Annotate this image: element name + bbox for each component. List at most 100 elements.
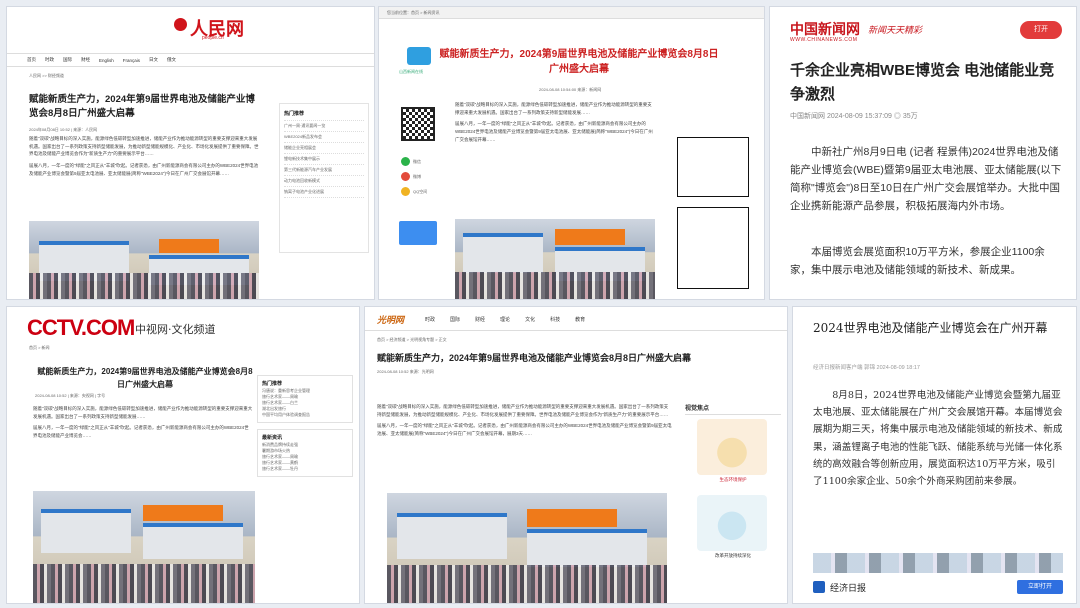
panel-chinanews: 中国新闻网 WWW.CHINANEWS.COM 新闻天天精彩 打开 千余企业亮相… [769, 6, 1077, 300]
nav-item[interactable]: 日文 [149, 57, 158, 63]
right-column-title: 视觉焦点 [685, 403, 781, 415]
nav-item[interactable]: Français [123, 58, 140, 63]
side-box: 最新资讯 新消费品牌持续走强 暑期游市场火热 旅行艺术家——周瑜 旅行艺术家——… [257, 429, 353, 477]
nav-item[interactable]: 理论 [500, 316, 510, 323]
nav-item[interactable]: 首页 [27, 57, 36, 63]
breadcrumb[interactable]: 首页 > 经济频道 > 光明视角专题 > 正文 [377, 337, 447, 343]
nav-item[interactable]: 国际 [450, 316, 460, 323]
nav-item[interactable]: 俄文 [167, 57, 176, 63]
illustration-caption[interactable]: 生态环境保护 [685, 477, 781, 483]
app-footer: 经济日报 立即打开 [813, 577, 1063, 597]
ad-placeholder[interactable] [677, 207, 749, 289]
nav-item[interactable]: 教育 [575, 316, 585, 323]
share-wechat[interactable]: 微信 [401, 157, 441, 166]
photo-strip [813, 553, 1063, 573]
channel-name: 中视网·文化频道 [135, 323, 216, 336]
side-link[interactable]: 储能企业亮相展会 [284, 143, 364, 154]
side-link[interactable]: 锂电新技术集中展示 [284, 154, 364, 165]
illustration-image[interactable] [697, 419, 767, 475]
article-title: 赋能新质生产力，2024第9届世界电池及储能产业博览会8月8日广州盛大启幕 [37, 367, 253, 389]
site-slogan: 新闻天天精彩 [868, 25, 923, 35]
expo-photo [455, 219, 655, 299]
article-meta: 中国新闻网 2024-08-09 15:37:09 ◎ 35万 [790, 113, 918, 120]
side-title: 最新资讯 [262, 435, 283, 441]
article-body: 随着"双碳"战略目标的深入实施，能源绿色低碳转型加速推进，储能产业作为推动能源转… [455, 102, 653, 142]
top-bar: 您当前位置：首页 > 新闻资讯 [379, 7, 764, 19]
article-paragraph: 8月8日，2024世界电池及储能产业博览会暨第九届亚太电池展、亚太储能展在广州广… [813, 390, 1063, 488]
expo-photo [387, 493, 667, 603]
open-app-button[interactable]: 立即打开 [1017, 580, 1063, 594]
article-title: 赋能新质生产力，2024年第9届世界电池及储能产业博览会8月8日广州盛大启幕 [29, 94, 255, 119]
panel-gmw: 光明网 时政 国际 财经 理论 文化 科技 教育 首页 > 经济频道 > 光明视… [364, 306, 788, 604]
nav-item[interactable]: 国际 [63, 57, 72, 63]
side-panel: 热门推荐 广州一周·通讯要闻一览 WBE2024新品发布会 储能企业亮相展会 锂… [279, 103, 369, 253]
article-meta: 2024-08-08 10:54:00 来源：新闻网 [539, 87, 602, 92]
panel-people-cn: 人民网 people.cn 首页 时政 国际 财经 English França… [6, 6, 375, 300]
top-nav: 首页 时政 国际 财经 English Français 日文 俄文 [7, 53, 374, 67]
side-link[interactable]: 钠离子电池产业化进展 [284, 187, 364, 198]
side-link[interactable]: 旅行艺术家——牡丹 [262, 466, 348, 472]
side-title: 热门推荐 [262, 381, 283, 387]
side-box: 热门推荐 冯唐说：重新思考企业管理 旅行艺术家——周瑜 旅行艺术家——白兰 湖北… [257, 375, 353, 423]
qzone-icon [401, 187, 410, 196]
nav-item[interactable]: 财经 [475, 316, 485, 323]
right-column: 视觉焦点 生态环境保护 改革开放持续深化 [685, 403, 781, 559]
people-logo-icon [174, 18, 187, 31]
site-logo-en: WWW.CHINANEWS.COM [790, 37, 858, 43]
site-logo[interactable]: CCTV.COM [27, 315, 135, 341]
article-body: 随着"双碳"战略目标的深入实施，能源绿色低碳转型加速推进，储能产业作为推动能源转… [33, 406, 253, 438]
share-weibo[interactable]: 微博 [401, 172, 441, 181]
article-paragraph: 中新社广州8月9日电 (记者 程景伟)2024世界电池及储能产业博览会(WBE)… [790, 146, 1062, 212]
nav-item[interactable]: English [99, 58, 114, 63]
breadcrumb[interactable]: 人民网 >> 财经频道 [29, 73, 64, 79]
side-link[interactable]: WBE2024新品发布会 [284, 132, 364, 143]
site-logo[interactable]: 中国新闻网 [790, 19, 860, 39]
article-title: 2024世界电池及储能产业博览会在广州开幕 [813, 321, 1048, 335]
nav-item[interactable]: 科技 [550, 316, 560, 323]
panel-regional-news: 您当前位置：首页 > 新闻资讯 山西新闻在线 赋能新质生产力，2024第9届世界… [378, 6, 765, 300]
site-logo-icon[interactable] [407, 47, 431, 65]
expo-photo [29, 221, 259, 299]
illustration-image[interactable] [697, 495, 767, 551]
wechat-icon [401, 157, 410, 166]
expo-photo [33, 491, 255, 603]
news-collage: 人民网 people.cn 首页 时政 国际 财经 English França… [0, 0, 1080, 608]
illustration-caption[interactable]: 改革开放持续深化 [685, 553, 781, 559]
article-meta: 经济日报新闻客户端 郭锦 2024-08-09 18:17 [813, 365, 920, 371]
app-name: 经济日报 [830, 582, 867, 593]
article-meta: 2024-08-08 10:52 来源：光明网 [377, 369, 434, 374]
article-body: 随着"双碳"战略目标的深入实施，能源绿色低碳转型加速推进，储能产业作为推动能源转… [377, 404, 672, 436]
nav-item[interactable]: 文化 [525, 316, 535, 323]
open-app-button[interactable]: 打开 [1020, 21, 1062, 39]
site-logo[interactable]: 光明网 [377, 313, 404, 326]
breadcrumb[interactable]: 首页 > 新闻 [29, 345, 50, 351]
article-meta: 2024年08月08日 10:52 | 来源：人民网 [29, 127, 98, 132]
nav-item[interactable]: 时政 [425, 316, 435, 323]
app-logo-icon [813, 581, 825, 593]
share-button[interactable] [399, 221, 437, 245]
side-panel: 热门推荐 冯唐说：重新思考企业管理 旅行艺术家——周瑜 旅行艺术家——白兰 湖北… [257, 375, 353, 595]
side-link[interactable]: 动力电池回收新模式 [284, 176, 364, 187]
article-title: 千余企业亮相WBE博览会 电池储能业竞争激烈 [790, 62, 1055, 103]
side-link[interactable]: 第三代新能源汽车产业发展 [284, 165, 364, 176]
article-paragraph: 本届博览会展览面积10万平方米，参展企业1100余家，集中展示电池及储能领域的新… [790, 246, 1045, 276]
article-title: 赋能新质生产力，2024年第9届世界电池及储能产业博览会8月8日广州盛大启幕 [377, 353, 692, 363]
nav-item[interactable]: 时政 [45, 57, 54, 63]
site-logo-sub: people.cn [202, 35, 224, 41]
share-list: 微信 微博 QQ空间 [401, 157, 441, 202]
panel-cctv: CCTV.COM 中视网·文化频道 首页 > 新闻 赋能新质生产力，2024第9… [6, 306, 360, 604]
share-qzone[interactable]: QQ空间 [401, 187, 441, 196]
article-title: 赋能新质生产力，2024第9届世界电池及储能产业博览会8月8日广州盛大启幕 [439, 49, 719, 75]
site-logo-text: 山西新闻在线 [399, 69, 423, 74]
side-title: 热门推荐 [284, 108, 364, 121]
article-meta: 2024-08-08 10:52 | 来源：央视网 | 字号 [35, 393, 106, 398]
side-link[interactable]: 中国平均用户体验调查报告 [262, 412, 348, 418]
ad-placeholder[interactable] [677, 137, 749, 197]
weibo-icon [401, 172, 410, 181]
panel-economic-daily: 2024世界电池及储能产业博览会在广州开幕 经济日报新闻客户端 郭锦 2024-… [792, 306, 1077, 604]
side-link[interactable]: 广州一周·通讯要闻一览 [284, 121, 364, 132]
nav-item[interactable]: 财经 [81, 57, 90, 63]
top-nav: 时政 国际 财经 理论 文化 科技 教育 [425, 316, 585, 323]
qr-code-icon [401, 107, 435, 141]
article-body: 随着"双碳"战略目标的深入实施，能源绿色低碳转型加速推进，储能产业作为推动能源转… [29, 136, 259, 176]
